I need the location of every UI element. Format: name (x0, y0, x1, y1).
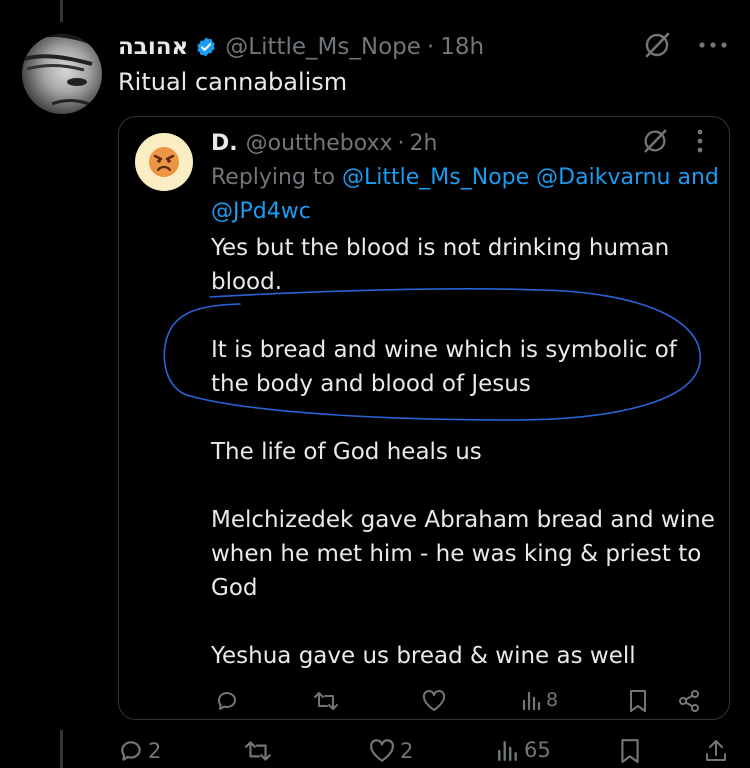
post-time[interactable]: 18h (440, 34, 484, 60)
reply-button[interactable] (215, 689, 239, 713)
quoted-paragraph: The life of God heals us (211, 439, 482, 465)
quoted-header: D. @outtheboxx · 2h (211, 127, 438, 159)
verified-badge-icon (197, 37, 215, 57)
quoted-author-handle[interactable]: @outtheboxx (246, 131, 393, 156)
more-icon[interactable] (697, 128, 703, 154)
bookmark-icon (630, 690, 646, 712)
grok-icon[interactable] (641, 127, 669, 155)
views-button[interactable]: 65 (496, 738, 551, 762)
more-icon[interactable] (698, 40, 728, 50)
thread-line-top (60, 0, 63, 22)
quoted-body: Yes but the blood is not drinking human … (211, 231, 721, 707)
repost-icon (314, 692, 338, 710)
quoted-author-name[interactable]: D. (211, 131, 238, 156)
mention-link[interactable]: @Daikvarnu (536, 165, 670, 190)
views-icon (498, 741, 517, 762)
bookmark-button[interactable] (627, 689, 649, 713)
repost-icon (245, 741, 271, 761)
quoted-top-actions (641, 127, 703, 155)
quoted-avatar[interactable] (135, 133, 193, 191)
share-button[interactable] (677, 689, 701, 713)
quoted-post[interactable]: D. @outtheboxx · 2h Replying to @Little_… (118, 116, 730, 720)
like-icon (422, 690, 446, 711)
quoted-paragraph: Yes but the blood is not drinking human … (211, 235, 670, 295)
separator-dot: · (397, 130, 405, 156)
bookmark-icon (621, 739, 639, 763)
separator-dot: · (426, 34, 435, 60)
like-count: 2 (400, 739, 414, 763)
post-text: Ritual cannabalism (118, 68, 348, 96)
post-actions-bar: 2 2 65 (0, 736, 750, 768)
quoted-time[interactable]: 2h (410, 131, 438, 156)
grok-icon[interactable] (642, 30, 672, 60)
quoted-paragraph: Yeshua gave us bread & wine as well (211, 643, 636, 669)
author-handle[interactable]: @Little_Ms_Nope (225, 34, 421, 60)
views-icon (522, 691, 541, 711)
replying-to: Replying to @Little_Ms_Nope @Daikvarnu a… (211, 161, 721, 229)
angry-emoji-icon (149, 147, 179, 177)
post-top-actions (642, 30, 728, 60)
repost-button[interactable] (244, 738, 272, 764)
quoted-paragraph: Melchizedek gave Abraham bread and wine … (211, 507, 715, 601)
bookmark-button[interactable] (618, 738, 642, 764)
views-count: 8 (546, 689, 559, 711)
replying-prefix: Replying to (211, 165, 336, 190)
post-header: אהובה @Little_Ms_Nope · 18h (118, 30, 484, 64)
quoted-paragraph: It is bread and wine which is symbolic o… (211, 337, 677, 397)
share-button[interactable] (704, 738, 728, 764)
views-count: 65 (524, 738, 551, 762)
like-icon (370, 739, 394, 762)
share-icon (706, 740, 726, 761)
repost-button[interactable] (313, 689, 339, 713)
share-icon (679, 690, 699, 712)
like-button[interactable]: 2 (368, 738, 413, 764)
mention-link[interactable]: @Little_Ms_Nope (342, 165, 529, 190)
mention-link[interactable]: @JPd4wc (211, 199, 311, 224)
views-button[interactable]: 8 (521, 689, 558, 711)
reply-count: 2 (148, 739, 162, 763)
reply-button[interactable]: 2 (118, 738, 161, 764)
reply-icon (217, 692, 236, 710)
avatar-image (22, 34, 102, 110)
avatar[interactable] (22, 34, 102, 114)
quoted-actions-bar: 8 (119, 687, 731, 717)
author-name[interactable]: אהובה (118, 34, 188, 60)
reply-icon (121, 741, 141, 761)
replying-and: and (677, 165, 719, 190)
like-button[interactable] (421, 689, 447, 713)
